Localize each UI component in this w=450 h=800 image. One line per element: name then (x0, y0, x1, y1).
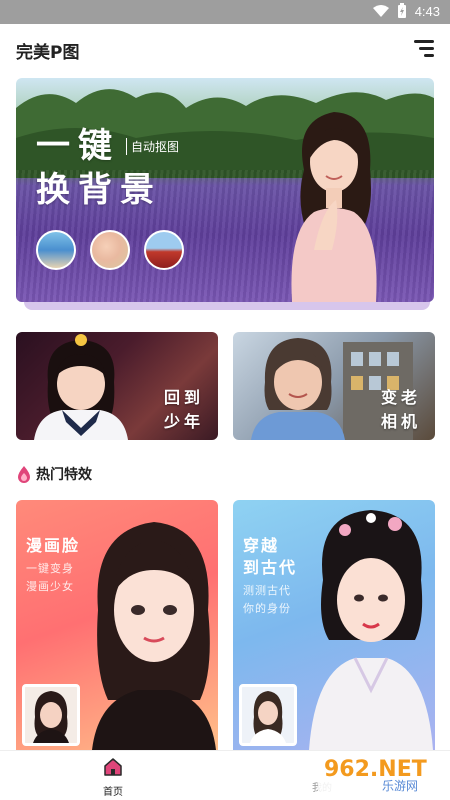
effect-sample-photo (239, 684, 297, 746)
effect-title-line1: 穿越 (243, 536, 280, 555)
app-title: 完美P图 (16, 43, 80, 63)
effect-subtitle-line1: 一键变身 (26, 562, 74, 575)
effect-subtitle-line2: 你的身份 (243, 602, 291, 615)
background-option-sea[interactable] (36, 230, 76, 270)
nav-home[interactable]: 首页 (88, 757, 138, 798)
effect-card-comic-face[interactable]: 漫画脸 一键变身 漫画少女 (16, 500, 218, 750)
effect-card-time-travel[interactable]: 穿越 到古代 测测古代 你的身份 (233, 500, 435, 750)
wifi-icon (372, 5, 389, 17)
status-bar: 4:43 (0, 0, 450, 24)
hero-title-line2: 换背景 (36, 170, 162, 210)
sample-face-photo (242, 687, 294, 743)
hero-banner-change-background[interactable]: 一键 自动抠图 换背景 (16, 78, 434, 302)
effect-title: 漫画脸 (26, 536, 81, 555)
watermark-sub: 乐游网 (382, 779, 418, 793)
background-option-tulips[interactable] (144, 230, 184, 270)
flame-icon (18, 466, 30, 483)
feature-label-line1: 变老 (380, 388, 421, 407)
nav-home-label: 首页 (103, 787, 123, 798)
menu-lines-icon[interactable] (414, 40, 434, 58)
section-title: 热门特效 (36, 467, 92, 483)
site-watermark-logo: 962.NET 乐游网 (318, 752, 446, 794)
comic-girl-illustration (92, 522, 216, 750)
battery-icon (397, 3, 406, 18)
home-icon (104, 758, 122, 776)
feature-label-line2: 相机 (380, 412, 421, 431)
feature-label-line2: 少年 (163, 412, 204, 431)
ancient-woman-illustration (309, 510, 433, 750)
status-time: 4:43 (414, 3, 440, 19)
older-woman-illustration (251, 338, 345, 440)
hero-tag: 自动抠图 (126, 138, 179, 155)
effect-subtitle-line1: 测测古代 (243, 584, 291, 597)
effect-title-line2: 到古代 (243, 558, 298, 577)
feature-label-line1: 回到 (163, 388, 204, 407)
hot-effects-header: 热门特效 (16, 462, 92, 486)
feature-card-back-to-young[interactable]: 回到 少年 (16, 332, 218, 440)
effect-subtitle-line2: 漫画少女 (26, 580, 74, 593)
effect-sample-photo (22, 684, 80, 746)
girl-illustration (34, 334, 128, 440)
background-option-floral[interactable] (90, 230, 130, 270)
model-woman-illustration (291, 112, 377, 302)
feature-card-aging-camera[interactable]: 变老 相机 (233, 332, 435, 440)
sample-face-photo (25, 687, 77, 743)
hero-title-line1: 一键 (36, 126, 120, 166)
app-bar: 完美P图 (0, 24, 450, 76)
